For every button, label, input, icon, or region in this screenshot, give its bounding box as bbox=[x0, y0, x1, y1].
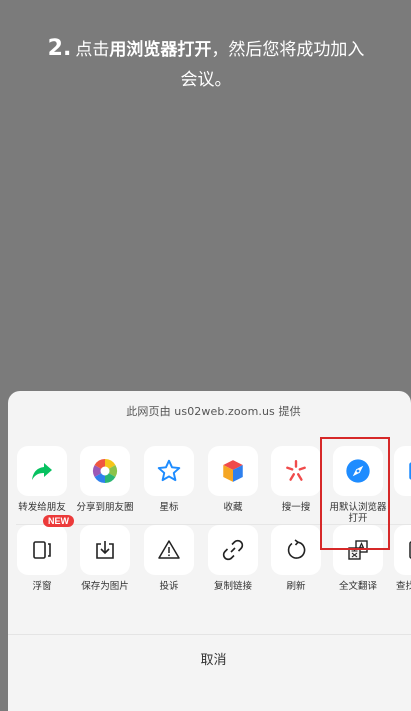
share-arrow-icon bbox=[32, 463, 52, 480]
more-partial-tile[interactable] bbox=[392, 446, 411, 496]
open-browser-label: 用默认浏览器打开 bbox=[329, 502, 387, 524]
cube-icon bbox=[223, 460, 243, 482]
copy-link-button[interactable]: 复制链接 bbox=[202, 525, 264, 592]
save-image-tile[interactable] bbox=[80, 525, 130, 575]
action-row-primary: 转发给朋友 分享到朋友圈 星标 收藏 搜一搜 用默认浏览器打开 bbox=[8, 446, 411, 526]
share-sheet: 此网页由 us02web.zoom.us 提供 转发给朋友 分享到朋友圈 星标 … bbox=[8, 391, 411, 711]
favorite-label: 收藏 bbox=[223, 502, 243, 513]
refresh-tile[interactable] bbox=[271, 525, 321, 575]
open-browser-button[interactable]: 用默认浏览器打开 bbox=[327, 446, 389, 524]
report-label: 投诉 bbox=[159, 581, 179, 592]
report-tile[interactable] bbox=[144, 525, 194, 575]
share-friend-label: 转发给朋友 bbox=[18, 502, 66, 513]
refresh-button[interactable]: 刷新 bbox=[265, 525, 327, 592]
find-tile[interactable] bbox=[394, 525, 411, 575]
translate-label: 全文翻译 bbox=[338, 581, 377, 592]
bottom-safe-area bbox=[8, 681, 411, 711]
more-tile[interactable] bbox=[394, 446, 411, 496]
float-window-icon bbox=[33, 541, 51, 559]
float-window-tile[interactable]: NEW bbox=[17, 515, 74, 575]
provider-text: 此网页由 us02web.zoom.us 提供 bbox=[126, 405, 301, 418]
compass-icon bbox=[346, 459, 370, 483]
refresh-label: 刷新 bbox=[286, 581, 306, 592]
find-label: 查找 bbox=[396, 581, 411, 592]
search-button[interactable]: 搜一搜 bbox=[265, 446, 327, 513]
cancel-button[interactable]: 取消 bbox=[8, 635, 411, 681]
search-tile[interactable] bbox=[271, 446, 321, 496]
find-button[interactable]: 查找 bbox=[392, 525, 411, 592]
share-moments-tile[interactable] bbox=[80, 446, 130, 496]
copy-link-label: 复制链接 bbox=[213, 581, 252, 592]
save-image-label: 保存为图片 bbox=[81, 581, 129, 592]
star-button[interactable]: 星标 bbox=[138, 446, 200, 513]
step-number: 2. bbox=[47, 36, 72, 61]
translate-button[interactable]: 全文翻译 bbox=[327, 525, 389, 592]
favorite-button[interactable]: 收藏 bbox=[202, 446, 264, 513]
save-image-button[interactable]: 保存为图片 bbox=[74, 525, 136, 592]
more-icon bbox=[409, 462, 411, 480]
find-icon bbox=[409, 541, 411, 559]
share-moments-label: 分享到朋友圈 bbox=[76, 502, 134, 513]
translate-icon bbox=[348, 540, 368, 560]
share-moments-button[interactable]: 分享到朋友圈 bbox=[74, 446, 136, 513]
search-label: 搜一搜 bbox=[281, 502, 311, 513]
star-icon bbox=[157, 459, 181, 482]
new-badge: NEW bbox=[43, 515, 74, 527]
star-label: 星标 bbox=[159, 502, 179, 513]
refresh-icon bbox=[287, 539, 306, 559]
action-row-secondary: NEW 浮窗 保存为图片 投诉 复制链接 刷新 全文翻译 查找 bbox=[8, 515, 411, 605]
warning-icon bbox=[158, 540, 180, 559]
copy-link-tile[interactable] bbox=[208, 525, 258, 575]
instruction-prefix: 点击 bbox=[75, 40, 110, 60]
float-window-label: 浮窗 bbox=[32, 581, 52, 592]
report-button[interactable]: 投诉 bbox=[138, 525, 200, 592]
moments-icon bbox=[92, 459, 118, 483]
download-icon bbox=[96, 541, 114, 559]
star-tile[interactable] bbox=[144, 446, 194, 496]
search-spark-icon bbox=[286, 460, 306, 481]
share-friend-tile[interactable] bbox=[17, 446, 67, 496]
favorite-tile[interactable] bbox=[208, 446, 258, 496]
open-browser-tile[interactable] bbox=[333, 446, 383, 496]
link-icon bbox=[222, 539, 244, 561]
instruction-bold: 用浏览器打开 bbox=[109, 40, 212, 60]
translate-tile[interactable] bbox=[333, 525, 383, 575]
float-window-button[interactable]: NEW 浮窗 bbox=[11, 515, 74, 592]
share-friend-button[interactable]: 转发给朋友 bbox=[11, 446, 73, 513]
instruction-text: 2. 点击用浏览器打开，然后您将成功加入会议。 bbox=[40, 34, 372, 95]
